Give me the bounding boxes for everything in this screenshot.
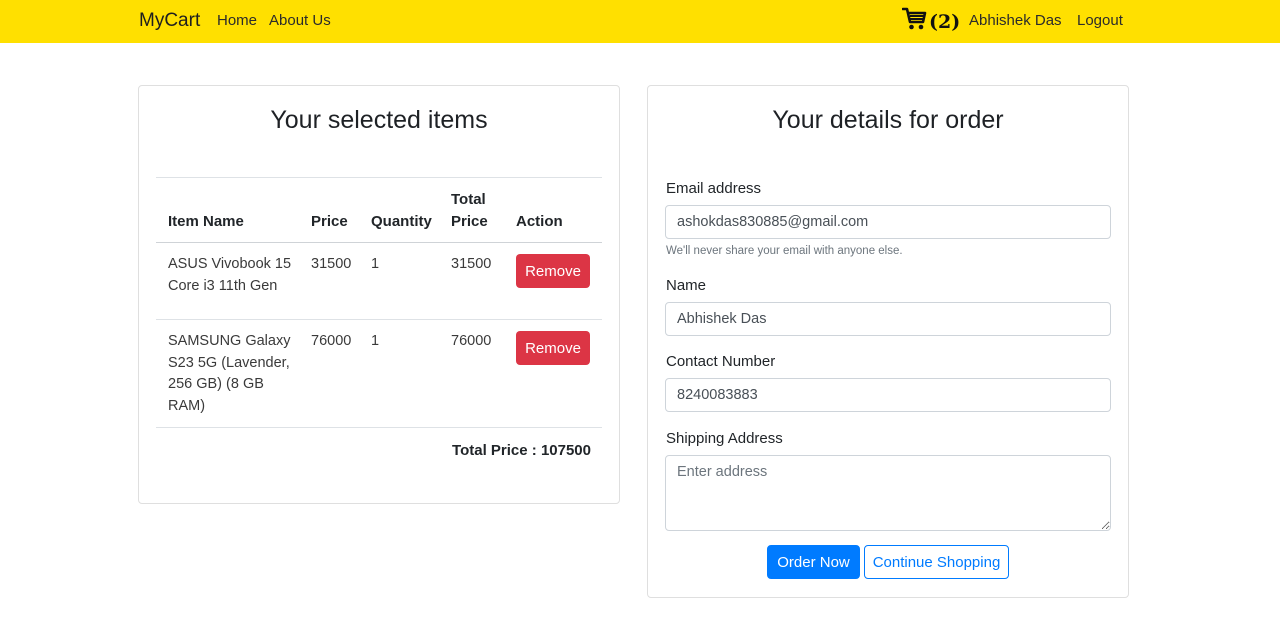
cart-table-header: Item Name Price Quantity Total Price Act…: [156, 177, 602, 243]
item-total-price: 76000: [451, 333, 492, 349]
cart-table: Item Name Price Quantity Total Price Act…: [156, 177, 602, 428]
order-now-button[interactable]: Order Now: [767, 545, 860, 579]
remove-button[interactable]: Remove: [516, 331, 590, 365]
cart-link[interactable]: (2): [901, 7, 961, 36]
header-total-price-line2: Price: [451, 213, 488, 230]
cart-count: (2): [929, 10, 961, 33]
cart-total-price: Total Price : 107500: [452, 442, 591, 459]
header-action: Action: [516, 213, 563, 230]
shipping-address-label: Shipping Address: [666, 430, 783, 447]
contact-number-label: Contact Number: [666, 353, 776, 370]
nav-link-home[interactable]: Home: [217, 12, 257, 29]
contact-number-field[interactable]: [665, 378, 1111, 412]
item-total-price: 31500: [451, 256, 492, 272]
header-item-name: Item Name: [168, 213, 244, 230]
remove-button[interactable]: Remove: [516, 254, 590, 288]
order-details-title: Your details for order: [772, 106, 1004, 134]
item-quantity: 1: [371, 256, 380, 272]
table-row: ASUS Vivobook 15 Core i3 11th Gen 31500 …: [156, 243, 602, 320]
table-row: SAMSUNG Galaxy S23 5G (Lavender, 256 GB)…: [156, 320, 602, 428]
header-quantity: Quantity: [371, 213, 432, 230]
item-quantity: 1: [371, 333, 380, 349]
item-price: 31500: [311, 256, 352, 272]
name-field[interactable]: [665, 302, 1111, 336]
email-label: Email address: [666, 180, 762, 197]
email-hint: We'll never share your email with anyone…: [666, 245, 903, 257]
nav-logout[interactable]: Logout: [1077, 12, 1123, 29]
nav-user-name[interactable]: Abhishek Das: [969, 12, 1062, 29]
item-name: ASUS Vivobook 15 Core i3 11th Gen: [168, 256, 292, 294]
item-price: 76000: [311, 333, 352, 349]
nav-link-about-us[interactable]: About Us: [269, 12, 331, 29]
continue-shopping-button[interactable]: Continue Shopping: [864, 545, 1009, 579]
header-price: Price: [311, 213, 348, 230]
header-total-price-line1: Total: [451, 191, 486, 208]
order-details-card: Your details for order Email address We'…: [647, 85, 1129, 598]
shopping-cart-icon: [901, 7, 927, 36]
navbar: MyCart Home About Us (2) Abhishek Das Lo…: [0, 0, 1280, 43]
selected-items-card: Your selected items Item Name Price Quan…: [138, 85, 620, 504]
shipping-address-field[interactable]: [665, 455, 1111, 531]
brand-link[interactable]: MyCart: [139, 10, 200, 32]
email-field[interactable]: [665, 205, 1111, 239]
selected-items-title: Your selected items: [270, 106, 488, 134]
item-name: SAMSUNG Galaxy S23 5G (Lavender, 256 GB)…: [168, 333, 291, 414]
name-label: Name: [666, 277, 707, 294]
